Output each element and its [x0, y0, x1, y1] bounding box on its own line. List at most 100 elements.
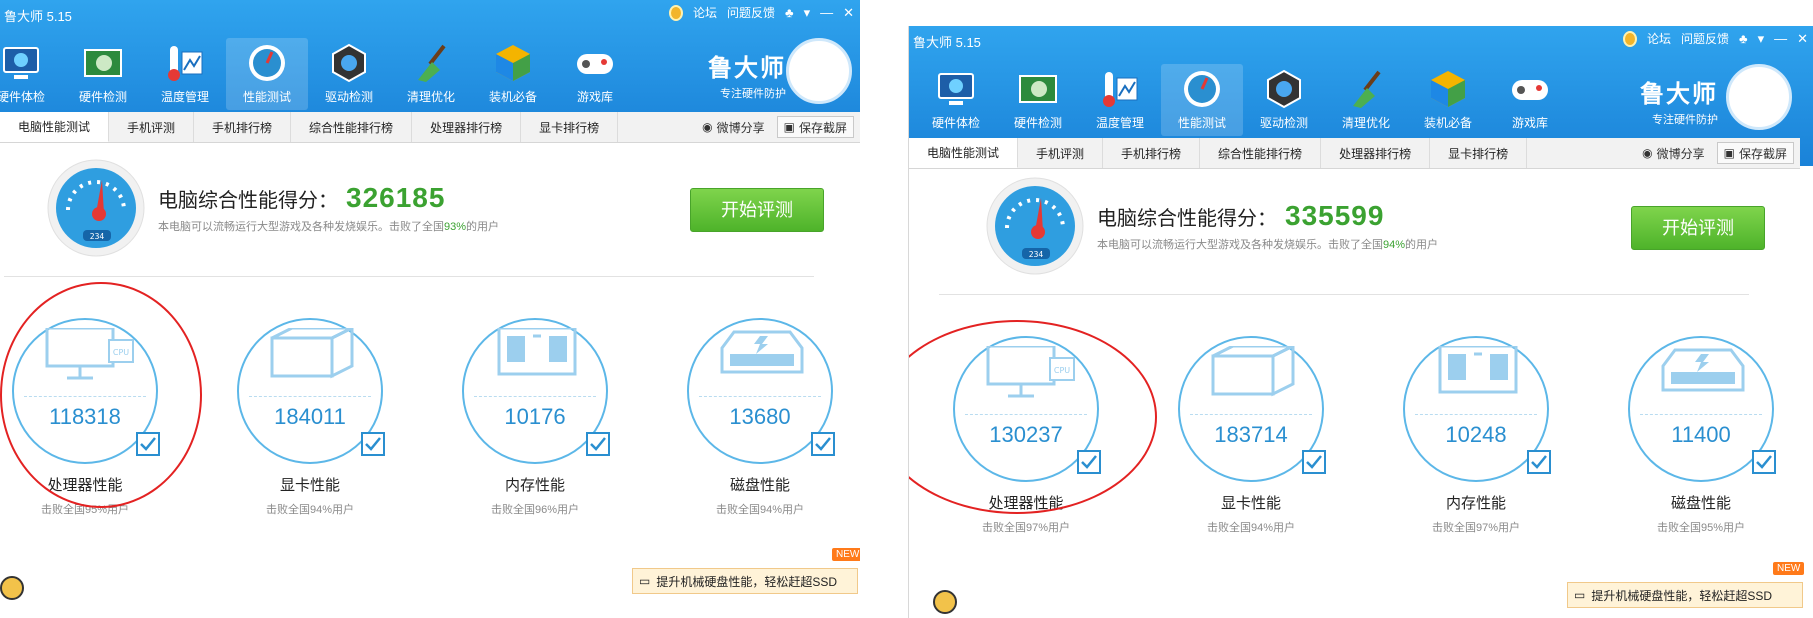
save-screenshot-button[interactable]: ▣ 保存截屏 [776, 116, 854, 138]
forum-link[interactable]: 论坛 [693, 4, 717, 21]
nav-driver-detect[interactable]: 驱动检测 [308, 38, 390, 110]
close-icon[interactable]: ✕ [1797, 31, 1808, 47]
gpu-icon [270, 328, 354, 379]
nav-hardware-detect[interactable]: 硬件检测 [62, 38, 144, 110]
tab-overall-rank[interactable]: 综合性能排行榜 [291, 112, 413, 142]
brand: 鲁大师 专注硬件防护 [1640, 74, 1718, 127]
weibo-share-button[interactable]: ◉ 微博分享 [702, 112, 777, 142]
nav-performance-test[interactable]: 性能测试 [1161, 64, 1243, 136]
divider [939, 294, 1749, 295]
score-value: 326185 [346, 182, 446, 213]
nav-hardware-detect[interactable]: 硬件检测 [997, 64, 1079, 136]
gamepad-icon [1512, 80, 1548, 100]
tab-phone-rank[interactable]: 手机排行榜 [194, 112, 292, 142]
speed-gauge-icon [1184, 71, 1220, 107]
red-annotation-circle [909, 320, 1157, 514]
disk-icon: ▭ [639, 574, 651, 588]
cpu-rank-text: 击败全国97%用户 [981, 522, 1071, 534]
close-icon[interactable]: ✕ [843, 5, 854, 21]
tab-gpu-rank[interactable]: 显卡排行榜 [521, 112, 619, 142]
tab-cpu-rank[interactable]: 处理器排行榜 [1321, 138, 1431, 168]
tab-phone-review[interactable]: 手机评测 [1018, 138, 1104, 168]
start-benchmark-button[interactable]: 开始评测 [1631, 206, 1765, 250]
divider [4, 276, 814, 277]
memory-metric[interactable]: 10248 内存性能 击败全国97%用户 [1401, 336, 1551, 535]
disk-metric[interactable]: 11400 磁盘性能 击败全国95%用户 [1626, 336, 1776, 535]
tab-cpu-rank[interactable]: 处理器排行榜 [412, 112, 522, 142]
medal-icon[interactable] [669, 4, 683, 21]
score-title: 电脑综合性能得分： 335599 [1097, 200, 1385, 231]
gpu-metric[interactable]: 183714 显卡性能 击败全国94%用户 [1176, 336, 1326, 535]
graphics-card-icon [1019, 75, 1057, 103]
check-icon[interactable] [361, 432, 385, 456]
ssd-promo-banner[interactable]: ▭ 提升机械硬盘性能，轻松赶超SSD [1567, 582, 1803, 608]
ssd-promo-banner[interactable]: ▭ 提升机械硬盘性能，轻松赶超SSD [632, 568, 858, 594]
app-title: 鲁大师 5.15 [4, 9, 72, 24]
mascot-icon[interactable] [0, 576, 24, 600]
tab-phone-rank[interactable]: 手机排行榜 [1103, 138, 1201, 168]
monitor-icon [3, 47, 39, 79]
minimize-icon[interactable]: — [820, 5, 833, 20]
speed-gauge-icon: 234 [986, 177, 1084, 275]
disk-metric[interactable]: 13680 磁盘性能 击败全国94%用户 [685, 318, 835, 517]
tab-pc-performance[interactable]: 电脑性能测试 [909, 138, 1019, 168]
disk-label: 磁盘性能 [1670, 495, 1731, 512]
medal-icon[interactable] [1623, 30, 1637, 47]
camera-icon: ▣ [1723, 146, 1735, 160]
check-icon[interactable] [1302, 450, 1326, 474]
nav-temperature[interactable]: 温度管理 [144, 38, 226, 110]
check-icon[interactable] [1527, 450, 1551, 474]
avatar[interactable] [1726, 64, 1792, 130]
cube-icon [496, 45, 530, 81]
nav-performance-test[interactable]: 性能测试 [226, 38, 308, 110]
feedback-link[interactable]: 问题反馈 [727, 4, 775, 21]
nav-cleanup[interactable]: 清理优化 [1325, 64, 1407, 136]
speed-gauge-icon [249, 45, 285, 81]
score-title: 电脑综合性能得分： 326185 [158, 182, 446, 213]
start-benchmark-button[interactable]: 开始评测 [690, 188, 824, 232]
cube-icon [1431, 71, 1465, 107]
tab-gpu-rank[interactable]: 显卡排行榜 [1430, 138, 1528, 168]
nav-game-library[interactable]: 游戏库 [1489, 64, 1571, 136]
brand: 鲁大师 专注硬件防护 [708, 48, 786, 101]
menu-icon[interactable]: ▾ [804, 5, 811, 21]
check-icon[interactable] [586, 432, 610, 456]
disk-rank-text: 击败全国94%用户 [715, 504, 805, 516]
broom-icon [1353, 70, 1381, 108]
nav-driver-detect[interactable]: 驱动检测 [1243, 64, 1325, 136]
check-icon[interactable] [811, 432, 835, 456]
skin-icon[interactable]: ♣ [1739, 31, 1748, 46]
skin-icon[interactable]: ♣ [785, 5, 794, 20]
tab-overall-rank[interactable]: 综合性能排行榜 [1200, 138, 1322, 168]
nav-hardware-checkup[interactable]: 硬件体检 [915, 64, 997, 136]
save-screenshot-button[interactable]: ▣ 保存截屏 [1716, 142, 1794, 164]
feedback-link[interactable]: 问题反馈 [1681, 30, 1729, 47]
menu-icon[interactable]: ▾ [1758, 31, 1765, 47]
nav-essentials[interactable]: 装机必备 [472, 38, 554, 110]
forum-link[interactable]: 论坛 [1647, 30, 1671, 47]
tab-phone-review[interactable]: 手机评测 [109, 112, 195, 142]
nav-game-library[interactable]: 游戏库 [554, 38, 636, 110]
nav-temperature[interactable]: 温度管理 [1079, 64, 1161, 136]
memory-rank-text: 击败全国96%用户 [490, 504, 580, 516]
minimize-icon[interactable]: — [1774, 31, 1787, 46]
nav-essentials[interactable]: 装机必备 [1407, 64, 1489, 136]
nav-hardware-checkup[interactable]: 硬件体检 [0, 38, 62, 110]
check-icon[interactable] [1752, 450, 1776, 474]
new-badge: NEW [832, 548, 860, 561]
avatar[interactable] [786, 38, 852, 104]
memory-label: 内存性能 [504, 477, 565, 494]
memory-metric[interactable]: 10176 内存性能 击败全国96%用户 [460, 318, 610, 517]
graphics-card-icon [84, 49, 122, 77]
gpu-metric[interactable]: 184011 显卡性能 击败全国94%用户 [235, 318, 385, 517]
gear-icon [332, 43, 366, 83]
weibo-share-button[interactable]: ◉ 微博分享 [1642, 138, 1717, 168]
nav-cleanup[interactable]: 清理优化 [390, 38, 472, 110]
brand-name: 鲁大师 [1640, 81, 1718, 108]
brand-name: 鲁大师 [708, 55, 786, 82]
disk-score: 13680 [729, 404, 791, 429]
gpu-icon [1211, 346, 1295, 397]
tab-pc-performance[interactable]: 电脑性能测试 [0, 112, 110, 142]
disk-rank-text: 击败全国95%用户 [1656, 522, 1746, 534]
mascot-icon[interactable] [933, 590, 957, 614]
